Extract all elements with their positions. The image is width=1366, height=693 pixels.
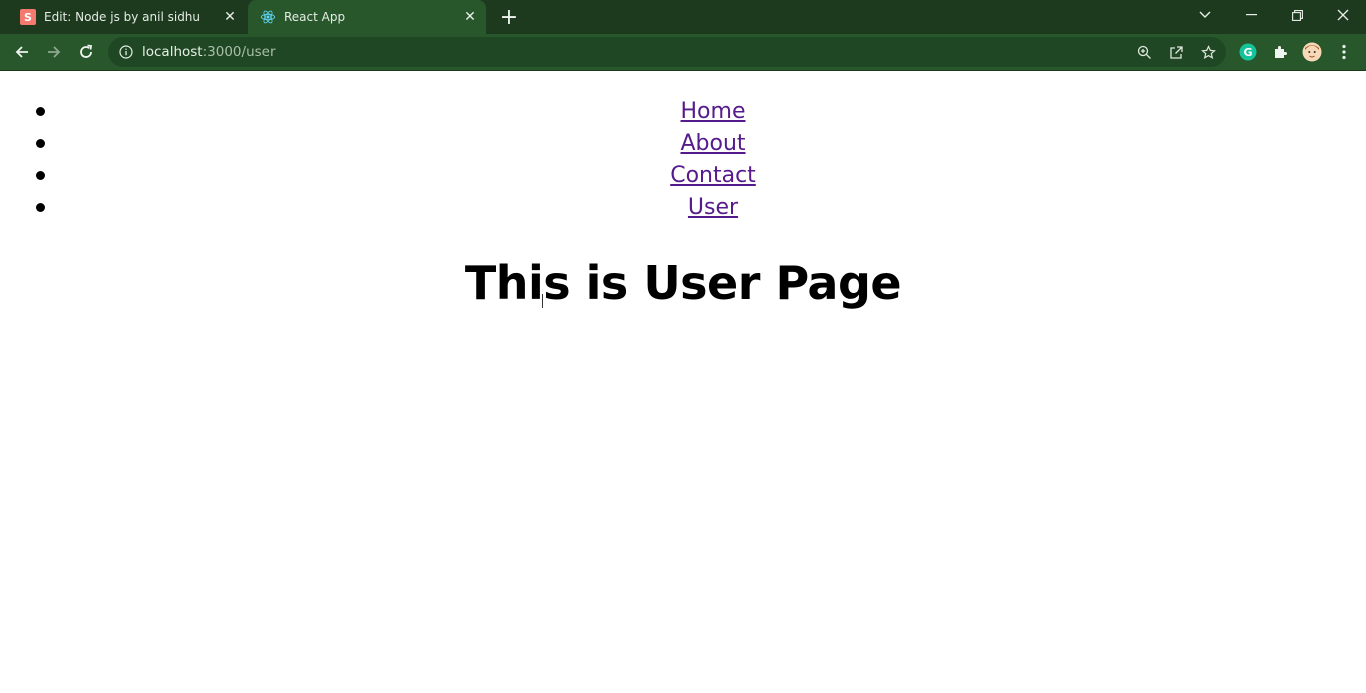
reload-button[interactable]: [72, 38, 100, 66]
nav-item-contact: Contact: [0, 160, 1366, 192]
restore-icon: [1291, 9, 1303, 21]
back-button[interactable]: [8, 38, 36, 66]
menu-icon: [1342, 44, 1346, 60]
nav-link-contact[interactable]: Contact: [670, 163, 756, 188]
svg-text:G: G: [1243, 46, 1252, 59]
react-icon: [260, 10, 276, 24]
minimize-button[interactable]: [1231, 0, 1271, 30]
restore-button[interactable]: [1277, 0, 1317, 30]
close-tab-icon[interactable]: ✕: [220, 7, 240, 27]
zoom-button[interactable]: [1134, 42, 1154, 62]
plus-icon: +: [499, 4, 519, 30]
list-bullet: [36, 171, 45, 180]
extensions-button[interactable]: [1269, 41, 1291, 63]
chevron-down-icon: [1199, 11, 1211, 18]
nav-link-home[interactable]: Home: [681, 99, 746, 124]
zoom-icon: [1137, 45, 1151, 59]
new-tab-button[interactable]: +: [497, 4, 521, 30]
browser-menu-button[interactable]: [1333, 41, 1355, 63]
tab-react-app[interactable]: React App ✕: [248, 0, 486, 34]
nav-link-user[interactable]: User: [688, 195, 738, 220]
close-window-button[interactable]: [1323, 0, 1363, 30]
star-icon: [1200, 44, 1216, 59]
text-cursor: [542, 294, 543, 308]
site-info-button[interactable]: [116, 42, 136, 62]
close-icon: [1337, 9, 1349, 21]
forward-icon: [48, 46, 61, 58]
nav-item-home: Home: [0, 96, 1366, 128]
tab-favicon: S: [20, 9, 36, 25]
address-bar[interactable]: localhost:3000/user: [108, 37, 1226, 67]
extensions-icon: [1275, 46, 1287, 58]
grammarly-icon: G: [1239, 43, 1257, 61]
url-path: :3000/user: [202, 44, 276, 60]
forward-button[interactable]: [40, 38, 68, 66]
grammarly-extension[interactable]: G: [1237, 41, 1259, 63]
page-heading: This is User Page: [464, 256, 902, 310]
bookmark-button[interactable]: [1198, 42, 1218, 62]
profile-avatar-icon: [1302, 42, 1322, 62]
back-icon: [15, 46, 28, 58]
info-icon: [119, 45, 133, 59]
nav-item-about: About: [0, 128, 1366, 160]
url-text[interactable]: localhost:3000/user: [142, 44, 276, 60]
tab-edit-node-js[interactable]: S Edit: Node js by anil sidhu ✕: [8, 0, 246, 34]
close-tab-icon[interactable]: ✕: [460, 7, 480, 27]
share-button[interactable]: [1166, 42, 1186, 62]
tab-title: React App: [284, 10, 346, 24]
list-bullet: [36, 107, 45, 116]
nav-list: Home About Contact User: [0, 96, 1366, 224]
list-bullet: [36, 139, 45, 148]
reload-icon: [80, 44, 93, 58]
nav-item-user: User: [0, 192, 1366, 224]
list-bullet: [36, 203, 45, 212]
tab-title: Edit: Node js by anil sidhu: [44, 10, 201, 24]
url-host: localhost: [142, 44, 203, 60]
profile-button[interactable]: [1301, 41, 1323, 63]
nav-link-about[interactable]: About: [680, 131, 745, 156]
tab-search-button[interactable]: [1185, 0, 1225, 30]
browser-toolbar: localhost:3000/user G: [0, 34, 1366, 70]
minimize-icon: [1245, 14, 1257, 16]
browser-tab-strip: S Edit: Node js by anil sidhu ✕ React Ap…: [0, 0, 1366, 34]
share-icon: [1169, 45, 1183, 59]
chrome-divider: [0, 70, 1366, 71]
